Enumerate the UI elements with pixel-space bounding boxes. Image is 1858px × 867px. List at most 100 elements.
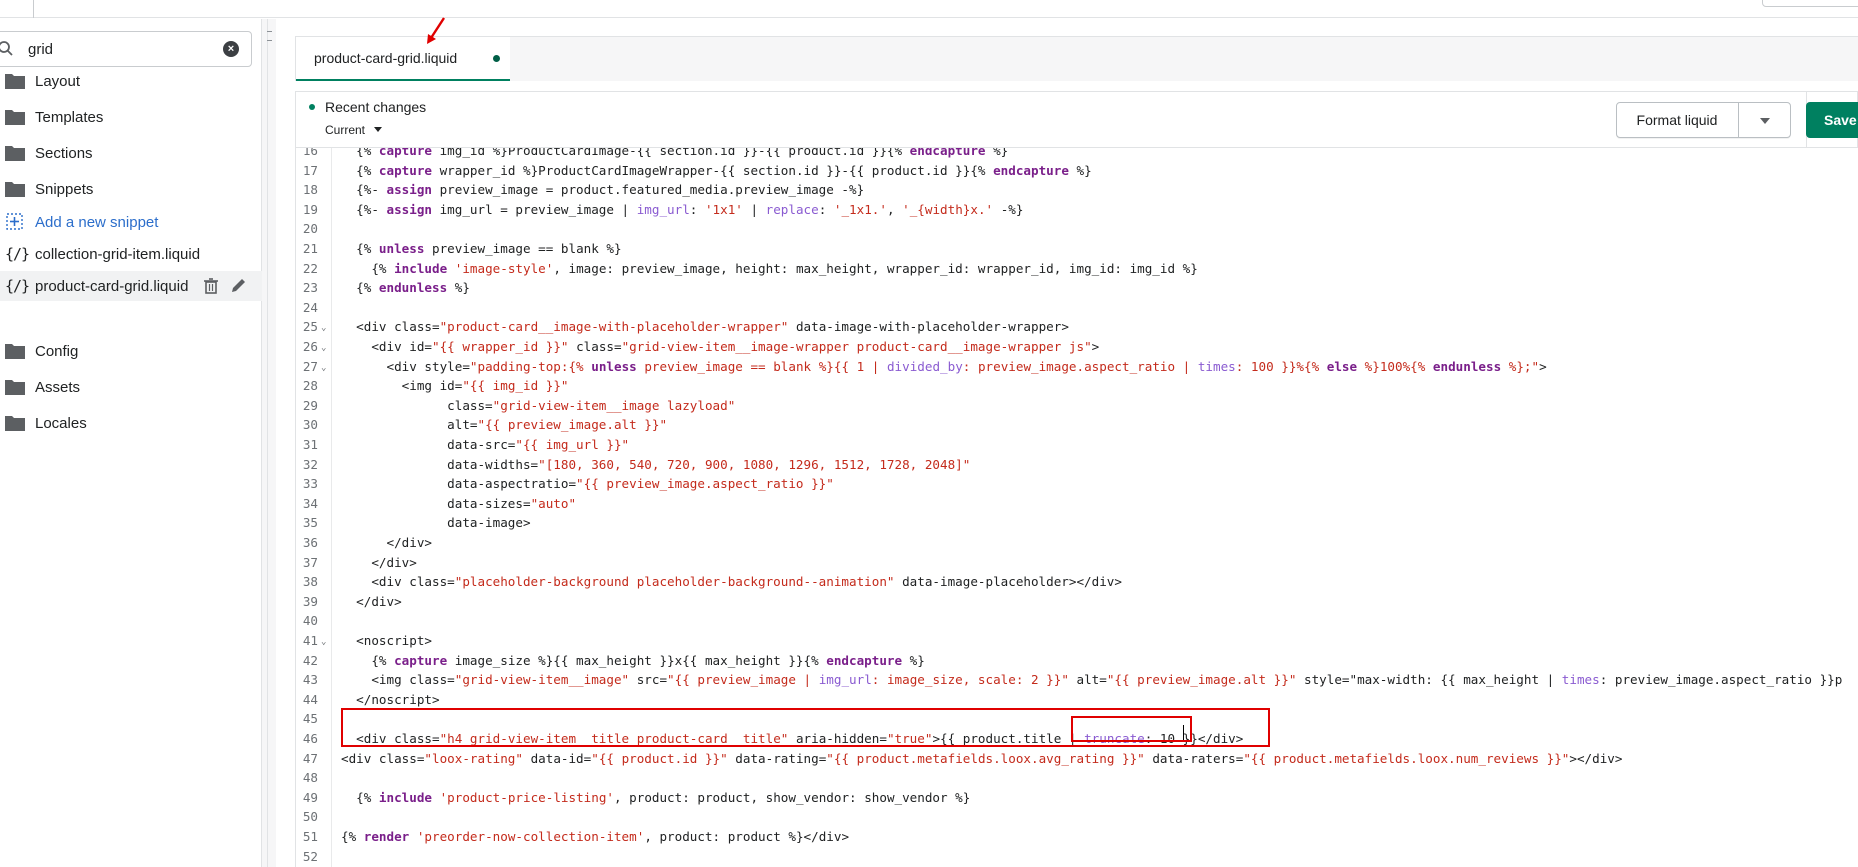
- sidebar-item-label: Snippets: [35, 181, 94, 198]
- line-number: 34: [302, 495, 318, 511]
- code-line[interactable]: {% capture wrapper_id %}ProductCardImage…: [341, 161, 1092, 180]
- line-number: 48: [302, 770, 318, 786]
- editor-tab-bar: product-card-grid.liquid: [295, 36, 1858, 81]
- line-number: 18: [302, 182, 318, 198]
- top-right-control[interactable]: [1762, 0, 1858, 7]
- code-line[interactable]: data-src="{{ img_url }}": [341, 435, 629, 454]
- sidebar-item-label: Add a new snippet: [35, 214, 159, 231]
- line-number: 41: [302, 633, 318, 648]
- code-line[interactable]: <div class="product-card__image-with-pla…: [341, 317, 1069, 336]
- line-number: 46: [302, 731, 318, 746]
- code-line[interactable]: {%- assign img_url = preview_image | img…: [341, 200, 1023, 219]
- code-line[interactable]: <div style="padding-top:{% unless previe…: [341, 357, 1546, 376]
- unsaved-dot-icon: [493, 55, 500, 62]
- add-snippet-link[interactable]: Add a new snippet: [0, 207, 262, 237]
- code-line[interactable]: {% include 'image-style', image: preview…: [341, 259, 1197, 278]
- status-dot-icon: [309, 104, 315, 110]
- code-line[interactable]: {% endunless %}: [341, 278, 470, 297]
- folder-icon: [5, 110, 25, 125]
- sidebar-item-label: Config: [35, 343, 79, 360]
- add-file-icon: [6, 213, 23, 230]
- code-line[interactable]: <img id="{{ img_id }}": [341, 376, 569, 395]
- splitter-line: [267, 19, 268, 867]
- code-line[interactable]: <img class="grid-view-item__image" src="…: [341, 670, 1842, 689]
- liquid-file-icon: {/}: [5, 277, 30, 295]
- line-number: 22: [302, 260, 318, 276]
- line-number: 20: [302, 221, 318, 237]
- line-number: 44: [302, 691, 318, 707]
- fold-toggle-icon[interactable]: ⌄: [321, 337, 326, 356]
- line-number: 49: [302, 789, 318, 805]
- code-line[interactable]: {% capture image_size %}{{ max_height }}…: [341, 651, 925, 670]
- line-number: 35: [302, 515, 318, 531]
- file-search-box[interactable]: ×: [0, 31, 252, 67]
- edit-pencil-icon[interactable]: [230, 278, 248, 294]
- line-number: 37: [302, 554, 318, 570]
- line-number: 26: [302, 339, 318, 354]
- format-liquid-button[interactable]: Format liquid: [1617, 103, 1737, 137]
- code-line[interactable]: data-widths="[180, 360, 540, 720, 900, 1…: [341, 455, 970, 474]
- code-line[interactable]: class="grid-view-item__image lazyload": [341, 396, 735, 415]
- code-line[interactable]: data-sizes="auto": [341, 494, 576, 513]
- panel-resize-handle[interactable]: [262, 19, 276, 867]
- code-line[interactable]: {% include 'product-price-listing', prod…: [341, 788, 970, 807]
- top-divider: [33, 0, 34, 18]
- line-number: 50: [302, 809, 318, 825]
- save-button[interactable]: Save: [1806, 102, 1858, 138]
- code-line[interactable]: {% unless preview_image == blank %}: [341, 239, 621, 258]
- chevron-down-icon[interactable]: [374, 127, 382, 132]
- folder-icon: [5, 146, 25, 161]
- code-line[interactable]: data-image>: [341, 513, 530, 532]
- text-cursor: [1183, 725, 1184, 740]
- sidebar-item-config[interactable]: Config: [0, 336, 262, 366]
- sidebar-item-snippets[interactable]: Snippets: [0, 174, 262, 204]
- code-editor[interactable]: 16 {% capture img_id %}ProductCardImage-…: [295, 148, 1858, 867]
- sidebar-item-templates[interactable]: Templates: [0, 102, 262, 132]
- line-number: 25: [302, 319, 318, 335]
- code-line[interactable]: <div class="placeholder-background place…: [341, 572, 1122, 591]
- code-line[interactable]: </div>: [341, 592, 402, 611]
- code-line[interactable]: <div class="loox-rating" data-id="{{ pro…: [341, 749, 1622, 768]
- sidebar-item-label: Locales: [35, 415, 87, 432]
- code-line[interactable]: alt="{{ preview_image.alt }}": [341, 415, 667, 434]
- tab-product-card-grid[interactable]: product-card-grid.liquid: [296, 37, 510, 81]
- line-number: 30: [302, 417, 318, 433]
- code-line[interactable]: {% capture img_id %}ProductCardImage-{{ …: [341, 148, 1008, 160]
- code-line[interactable]: </noscript>: [341, 690, 439, 709]
- code-line[interactable]: </div>: [341, 533, 432, 552]
- search-input[interactable]: [28, 38, 208, 60]
- code-line[interactable]: </div>: [341, 553, 417, 572]
- code-line[interactable]: {% render 'preorder-now-collection-item'…: [341, 827, 849, 846]
- top-bar: [0, 0, 1858, 18]
- line-number: 29: [302, 397, 318, 413]
- sidebar-item-assets[interactable]: Assets: [0, 372, 262, 402]
- editor-toolbar: Recent changes Current Format liquid Sav…: [295, 91, 1858, 148]
- sidebar-item-layout[interactable]: Layout: [0, 66, 262, 96]
- code-line[interactable]: {%- assign preview_image = product.featu…: [341, 180, 864, 199]
- code-line[interactable]: <noscript>: [341, 631, 432, 650]
- sidebar-item-locales[interactable]: Locales: [0, 408, 262, 438]
- file-collection-grid-item[interactable]: {/} collection-grid-item.liquid: [0, 239, 262, 269]
- version-select[interactable]: Current: [325, 123, 365, 137]
- line-number: 51: [302, 829, 318, 844]
- folder-icon: [5, 344, 25, 359]
- line-number: 27: [302, 358, 318, 374]
- folder-icon: [5, 380, 25, 395]
- line-number: 42: [302, 652, 318, 668]
- sidebar-item-label: Sections: [35, 145, 93, 162]
- code-line[interactable]: <div id="{{ wrapper_id }}" class="grid-v…: [341, 337, 1099, 356]
- line-number: 16: [302, 148, 318, 158]
- fold-toggle-icon[interactable]: ⌄: [321, 317, 326, 336]
- fold-toggle-icon[interactable]: ⌄: [321, 631, 326, 650]
- code-line[interactable]: data-aspectratio="{{ preview_image.aspec…: [341, 474, 834, 493]
- search-icon: [0, 41, 13, 56]
- line-number: 38: [302, 574, 318, 590]
- fold-toggle-icon[interactable]: ⌄: [321, 357, 326, 376]
- trash-icon[interactable]: [202, 278, 220, 294]
- sidebar-item-sections[interactable]: Sections: [0, 138, 262, 168]
- line-number: 28: [302, 378, 318, 394]
- file-product-card-grid[interactable]: {/} product-card-grid.liquid: [0, 271, 262, 301]
- format-options-dropdown[interactable]: [1760, 118, 1770, 124]
- line-number: 39: [302, 593, 318, 609]
- clear-search-icon[interactable]: ×: [223, 41, 239, 57]
